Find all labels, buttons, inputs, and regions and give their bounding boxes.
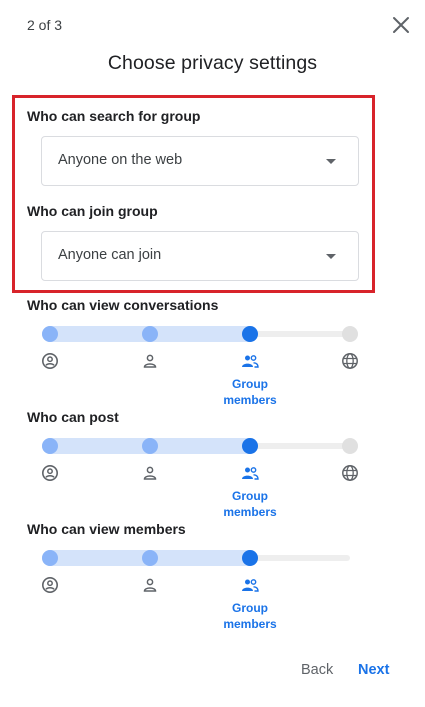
slider-stop-group[interactable] bbox=[242, 438, 258, 454]
owners-icon[interactable] bbox=[41, 352, 59, 370]
post-slider[interactable] bbox=[42, 438, 358, 454]
slider-stop-group[interactable] bbox=[242, 550, 258, 566]
group-icon[interactable] bbox=[241, 464, 259, 482]
caption-line: Group bbox=[232, 377, 268, 391]
view-members-label: Who can view members bbox=[27, 521, 186, 537]
view-conversations-label: Who can view conversations bbox=[27, 297, 219, 313]
owners-icon[interactable] bbox=[41, 464, 59, 482]
dialog-title: Choose privacy settings bbox=[107, 52, 318, 74]
view-members-selected-caption: Group members bbox=[210, 600, 290, 632]
slider-stop-group[interactable] bbox=[242, 326, 258, 342]
post-selected-caption: Group members bbox=[210, 488, 290, 520]
owners-icon[interactable] bbox=[41, 576, 59, 594]
globe-icon[interactable] bbox=[341, 352, 359, 370]
slider-stop-globe[interactable] bbox=[342, 326, 358, 342]
globe-icon[interactable] bbox=[341, 464, 359, 482]
caption-line: Group bbox=[232, 489, 268, 503]
slider-stop-owners[interactable] bbox=[42, 438, 58, 454]
group-icon[interactable] bbox=[241, 576, 259, 594]
caption-line: members bbox=[223, 505, 277, 519]
join-setting-dropdown[interactable]: Anyone can join bbox=[41, 231, 359, 281]
next-button[interactable]: Next bbox=[358, 662, 389, 678]
person-icon[interactable] bbox=[141, 464, 159, 482]
post-label: Who can post bbox=[27, 409, 119, 425]
view-conversations-slider[interactable] bbox=[42, 326, 358, 342]
search-setting-value: Anyone on the web bbox=[58, 152, 183, 168]
person-icon[interactable] bbox=[141, 576, 159, 594]
caption-line: Group bbox=[232, 601, 268, 615]
slider-stop-owners[interactable] bbox=[42, 550, 58, 566]
dropdown-arrow-icon bbox=[326, 159, 336, 164]
person-icon[interactable] bbox=[141, 352, 159, 370]
view-members-slider[interactable] bbox=[42, 550, 358, 566]
slider-stop-owners[interactable] bbox=[42, 326, 58, 342]
search-setting-label: Who can search for group bbox=[27, 108, 201, 124]
group-icon[interactable] bbox=[241, 352, 259, 370]
step-indicator: 2 of 3 bbox=[27, 17, 63, 33]
view-conversations-selected-caption: Group members bbox=[210, 376, 290, 408]
slider-stop-person[interactable] bbox=[142, 438, 158, 454]
caption-line: members bbox=[223, 393, 277, 407]
join-setting-value: Anyone can join bbox=[58, 247, 162, 263]
slider-stop-person[interactable] bbox=[142, 550, 158, 566]
caption-line: members bbox=[223, 617, 277, 631]
slider-stop-person[interactable] bbox=[142, 326, 158, 342]
join-setting-label: Who can join group bbox=[27, 203, 158, 219]
dropdown-arrow-icon bbox=[326, 254, 336, 259]
back-button[interactable]: Back bbox=[301, 662, 333, 678]
search-setting-dropdown[interactable]: Anyone on the web bbox=[41, 136, 359, 186]
slider-stop-globe[interactable] bbox=[342, 438, 358, 454]
close-icon[interactable] bbox=[389, 13, 413, 37]
